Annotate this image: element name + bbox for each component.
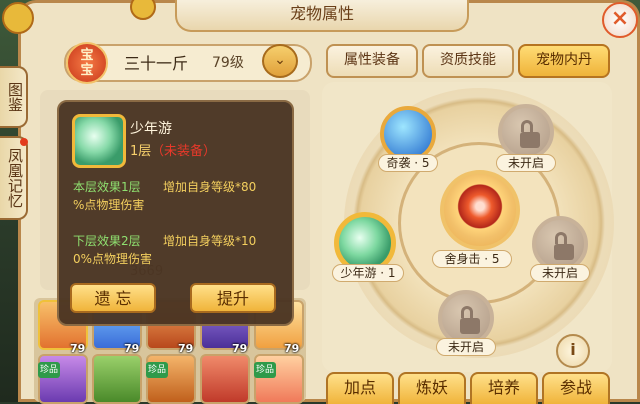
rare-badge: 珍品 — [146, 362, 168, 378]
tab-pet-inner-dan[interactable]: 宠物内丹 — [518, 44, 610, 78]
notification-dot — [20, 138, 28, 146]
lock-shackle-icon — [521, 120, 533, 132]
tooltip-equip-state: （未装备） — [151, 144, 217, 159]
lock-shackle-icon — [461, 306, 473, 318]
tooltip-next-effect: 增加自身等级*10 — [163, 234, 257, 248]
tooltip-current-title: 本层效果1层 — [73, 180, 141, 194]
tab-aptitude-skills[interactable]: 资质技能 — [422, 44, 514, 78]
refine-button[interactable]: 炼妖 — [398, 372, 466, 404]
tooltip-skill-name: 少年游 — [130, 121, 172, 137]
battle-button[interactable]: 参战 — [542, 372, 610, 404]
chevron-down-icon[interactable]: ⌄ — [262, 44, 298, 78]
dan-label-locked-2: 未开启 — [530, 264, 590, 282]
dan-slot-sheshenji[interactable] — [440, 170, 520, 250]
lock-icon — [520, 132, 540, 148]
dan-label-qixi: 奇袭 · 5 — [378, 154, 438, 172]
side-tab-phoenix-memory[interactable]: 凤凰记忆 — [0, 136, 28, 220]
dan-label-locked-3: 未开启 — [436, 338, 496, 356]
rare-badge: 珍品 — [254, 362, 276, 378]
rare-badge: 珍品 — [38, 362, 60, 378]
dan-label-shaonianyou: 少年游 · 1 — [332, 264, 404, 282]
close-button[interactable]: × — [602, 2, 638, 38]
decor-fan-icon — [2, 2, 34, 34]
baobao-badge-icon: 宝宝 — [66, 42, 108, 84]
window-title: 宠物属性 — [175, 0, 469, 32]
tooltip-current-effect-2: %点物理伤害 — [73, 198, 145, 212]
upgrade-button[interactable]: 提升 — [190, 283, 276, 313]
side-tab-gallery[interactable]: 图鉴 — [0, 66, 28, 128]
dan-label-locked-1: 未开启 — [496, 154, 556, 172]
forget-button[interactable]: 遗 忘 — [70, 283, 156, 313]
lock-icon — [554, 244, 574, 260]
tab-attributes-equipment[interactable]: 属性装备 — [326, 44, 418, 78]
pet-level: 79级 — [212, 55, 244, 71]
pet-slot[interactable] — [200, 354, 250, 404]
info-button[interactable]: i — [556, 334, 590, 368]
dan-label-sheshenji: 舍身击 · 5 — [432, 250, 512, 268]
cultivate-button[interactable]: 培养 — [470, 372, 538, 404]
tooltip-layer: 1层 — [130, 144, 152, 159]
tooltip-current-effect: 增加自身等级*80 — [163, 180, 257, 194]
pet-name: 三十一斤 — [124, 54, 189, 73]
dan-slot-locked-1[interactable] — [498, 104, 554, 160]
add-points-button[interactable]: 加点 — [326, 372, 394, 404]
pet-slot[interactable] — [92, 354, 142, 404]
tooltip-next-title: 下层效果2层 — [73, 234, 141, 248]
tooltip-next-effect-2: 0%点物理伤害 — [73, 252, 153, 266]
shaonianyou-icon — [72, 114, 126, 168]
lock-shackle-icon — [555, 232, 567, 244]
lock-icon — [460, 318, 480, 334]
